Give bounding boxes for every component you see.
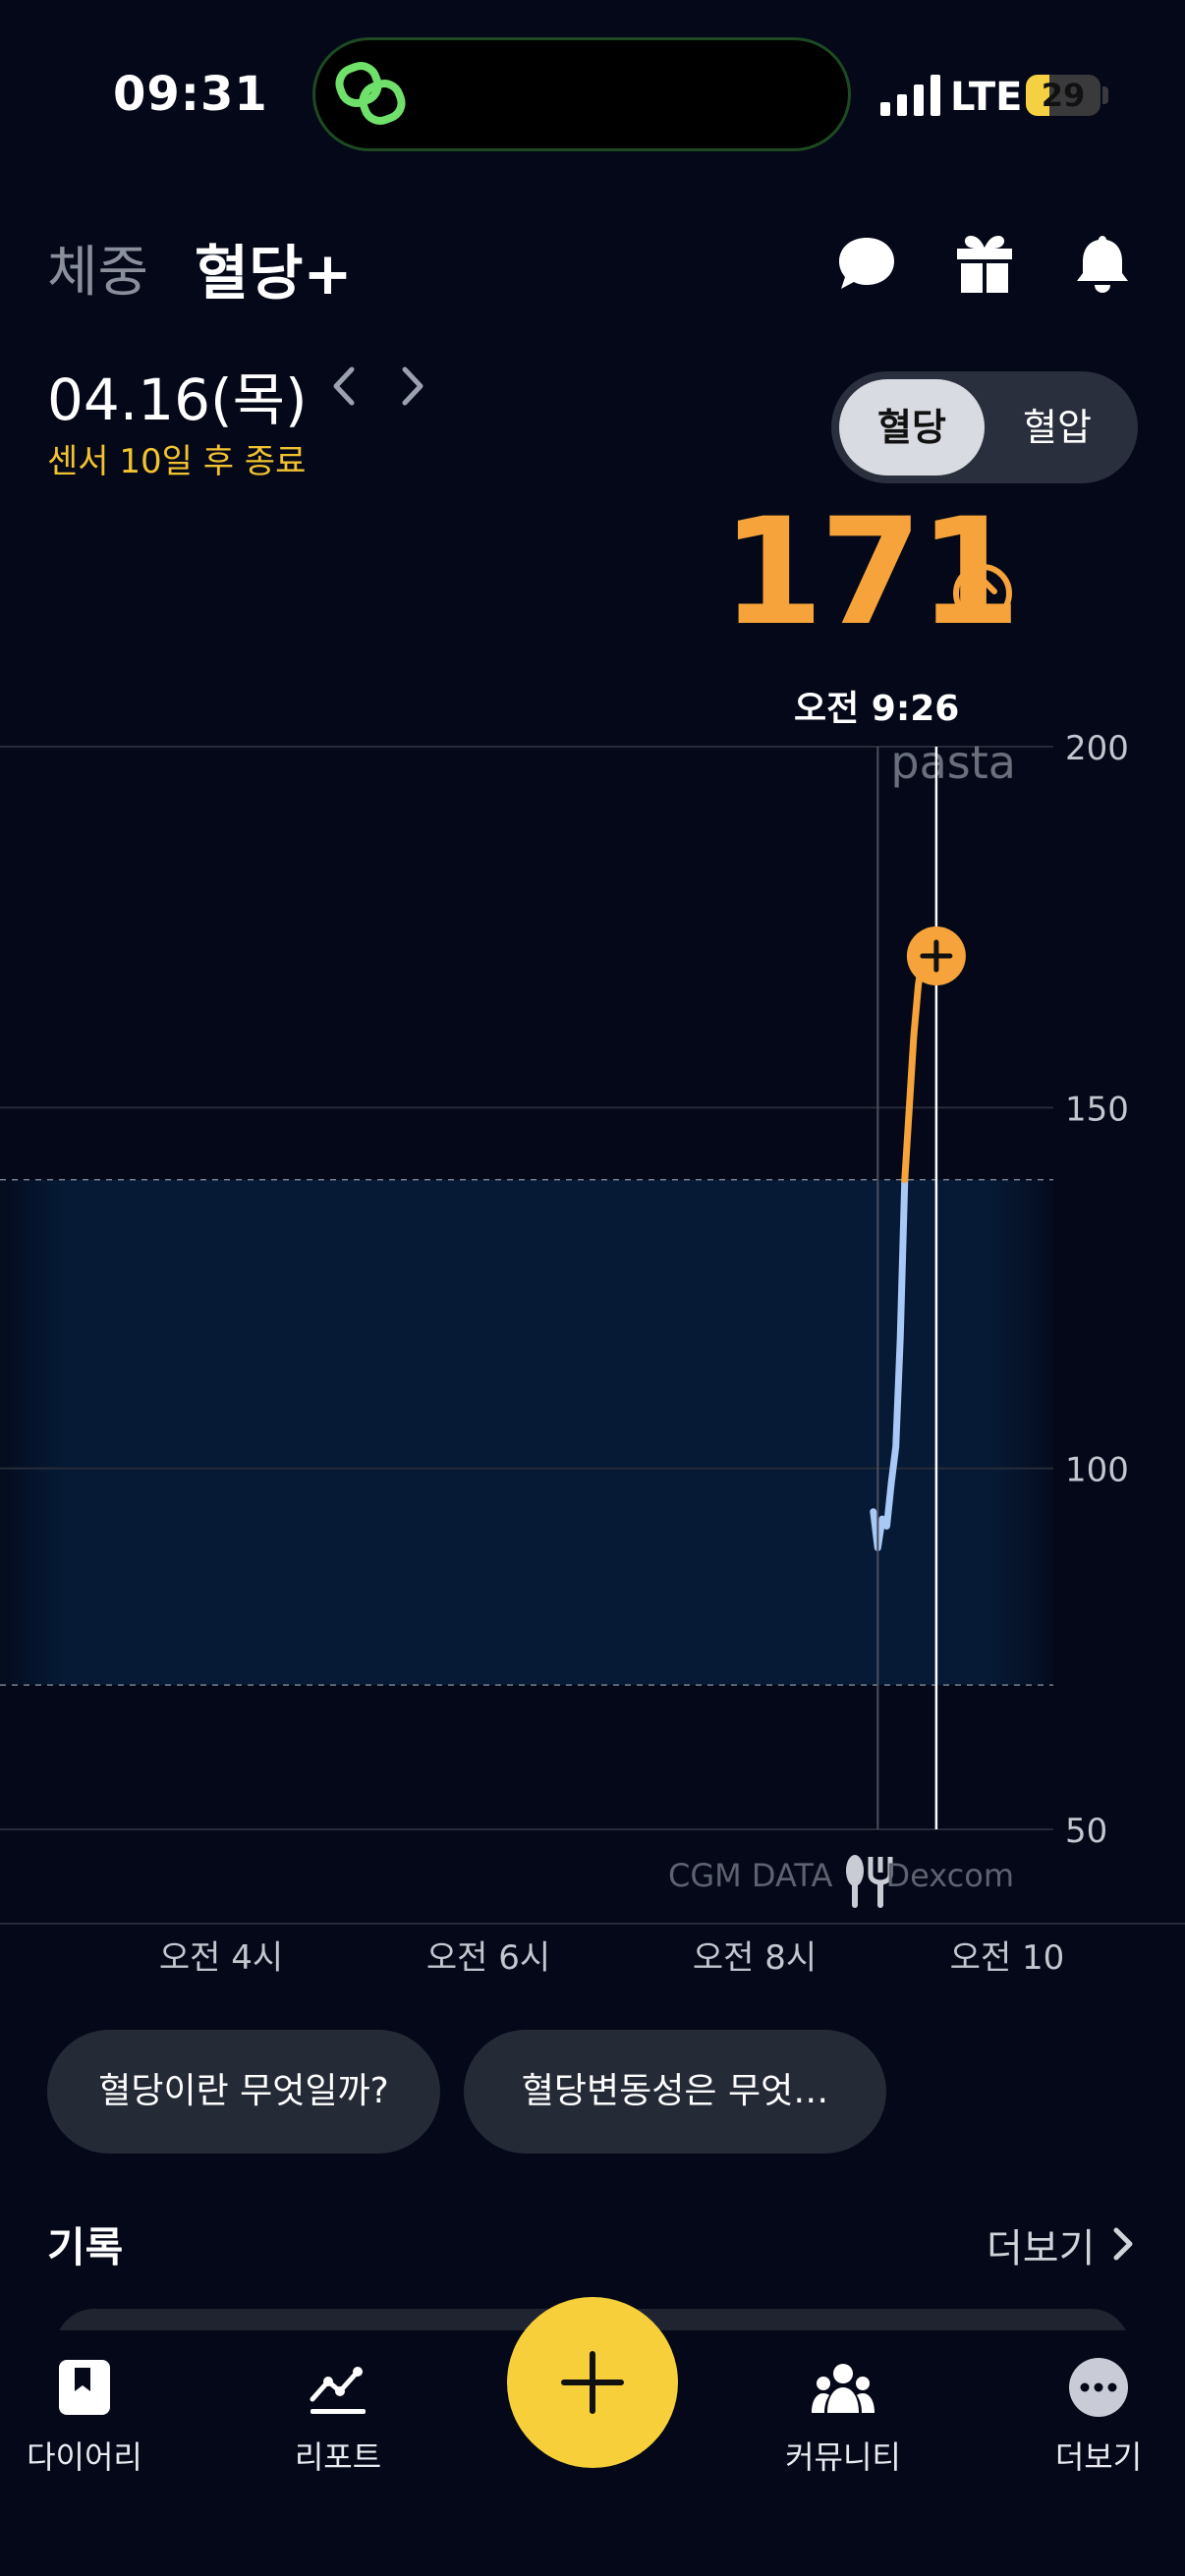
battery-cap — [1102, 86, 1108, 104]
current-date: 04.16(목) — [47, 366, 308, 433]
nav-diary[interactable]: 다이어리 — [0, 2356, 183, 2478]
nav-label: 다이어리 — [27, 2438, 142, 2476]
x-tick-label: 오전 10 — [950, 1938, 1065, 1975]
glucose-chart[interactable]: pasta 200 150 100 50 CGM DATA Dexcom 오전 4시 오… — [0, 727, 1185, 1975]
battery-level: 29 — [1041, 77, 1086, 114]
trend-up-arrow-icon — [953, 564, 1012, 623]
diary-icon — [59, 2360, 110, 2415]
meal-icon — [846, 1855, 893, 1908]
chevron-right-icon[interactable] — [1110, 2224, 1136, 2264]
glucose-line-high — [901, 952, 940, 1184]
chevron-left-icon[interactable] — [324, 362, 364, 411]
toggle-glucose[interactable]: 혈당 — [839, 379, 985, 476]
nav-more[interactable]: 더보기 — [1000, 2356, 1185, 2478]
more-dots-icon — [1069, 2358, 1128, 2417]
faq-chip-what-is-glucose[interactable]: 혈당이란 무엇일까? — [47, 2030, 440, 2154]
x-tick-label: 오전 6시 — [426, 1938, 550, 1975]
report-chart-icon — [310, 2367, 366, 2414]
cgm-source-label: CGM DATA — [668, 1857, 832, 1894]
records-more-link[interactable]: 더보기 — [987, 2216, 1095, 2273]
y-tick-label: 50 — [1065, 1812, 1107, 1851]
tab-glucose[interactable]: 혈당+ — [195, 226, 353, 311]
dexcom-brand: Dexcom — [886, 1857, 1014, 1894]
signal-icon — [880, 75, 940, 116]
tab-weight[interactable]: 체중 — [47, 228, 148, 308]
nav-community[interactable]: 커뮤니티 — [745, 2356, 941, 2478]
chart-watermark: pasta — [890, 736, 1016, 789]
network-type: LTE — [950, 75, 1023, 120]
nav-label: 리포트 — [294, 2438, 382, 2476]
sensor-expiry-note: 센서 10일 후 종료 — [47, 442, 307, 481]
bell-icon[interactable] — [1071, 232, 1134, 295]
toggle-blood-pressure[interactable]: 혈압 — [985, 379, 1130, 476]
nav-label: 커뮤니티 — [785, 2438, 901, 2476]
faq-chip-glucose-variability[interactable]: 혈당변동성은 무엇… — [464, 2030, 886, 2154]
records-title: 기록 — [47, 2223, 124, 2271]
chevron-right-icon[interactable] — [393, 362, 432, 411]
chat-bubble-icon[interactable] — [835, 232, 898, 295]
y-tick-label: 150 — [1065, 1090, 1129, 1129]
link-app-icon — [335, 62, 406, 125]
y-tick-label: 100 — [1065, 1451, 1129, 1490]
glucose-bp-toggle[interactable]: 혈당 혈압 — [831, 371, 1138, 483]
community-people-icon — [812, 2364, 875, 2413]
add-record-button[interactable] — [507, 2297, 678, 2468]
x-tick-label: 오전 8시 — [693, 1938, 817, 1975]
status-time: 09:31 — [113, 67, 268, 122]
x-tick-label: 오전 4시 — [159, 1938, 283, 1975]
nav-label: 더보기 — [1054, 2438, 1143, 2476]
gift-icon[interactable] — [953, 232, 1016, 295]
battery-icon: 29 — [1026, 75, 1100, 116]
reading-time: 오전 9:26 — [794, 689, 960, 729]
y-tick-label: 200 — [1065, 729, 1129, 768]
plus-icon — [561, 2351, 624, 2414]
nav-report[interactable]: 리포트 — [240, 2356, 436, 2478]
